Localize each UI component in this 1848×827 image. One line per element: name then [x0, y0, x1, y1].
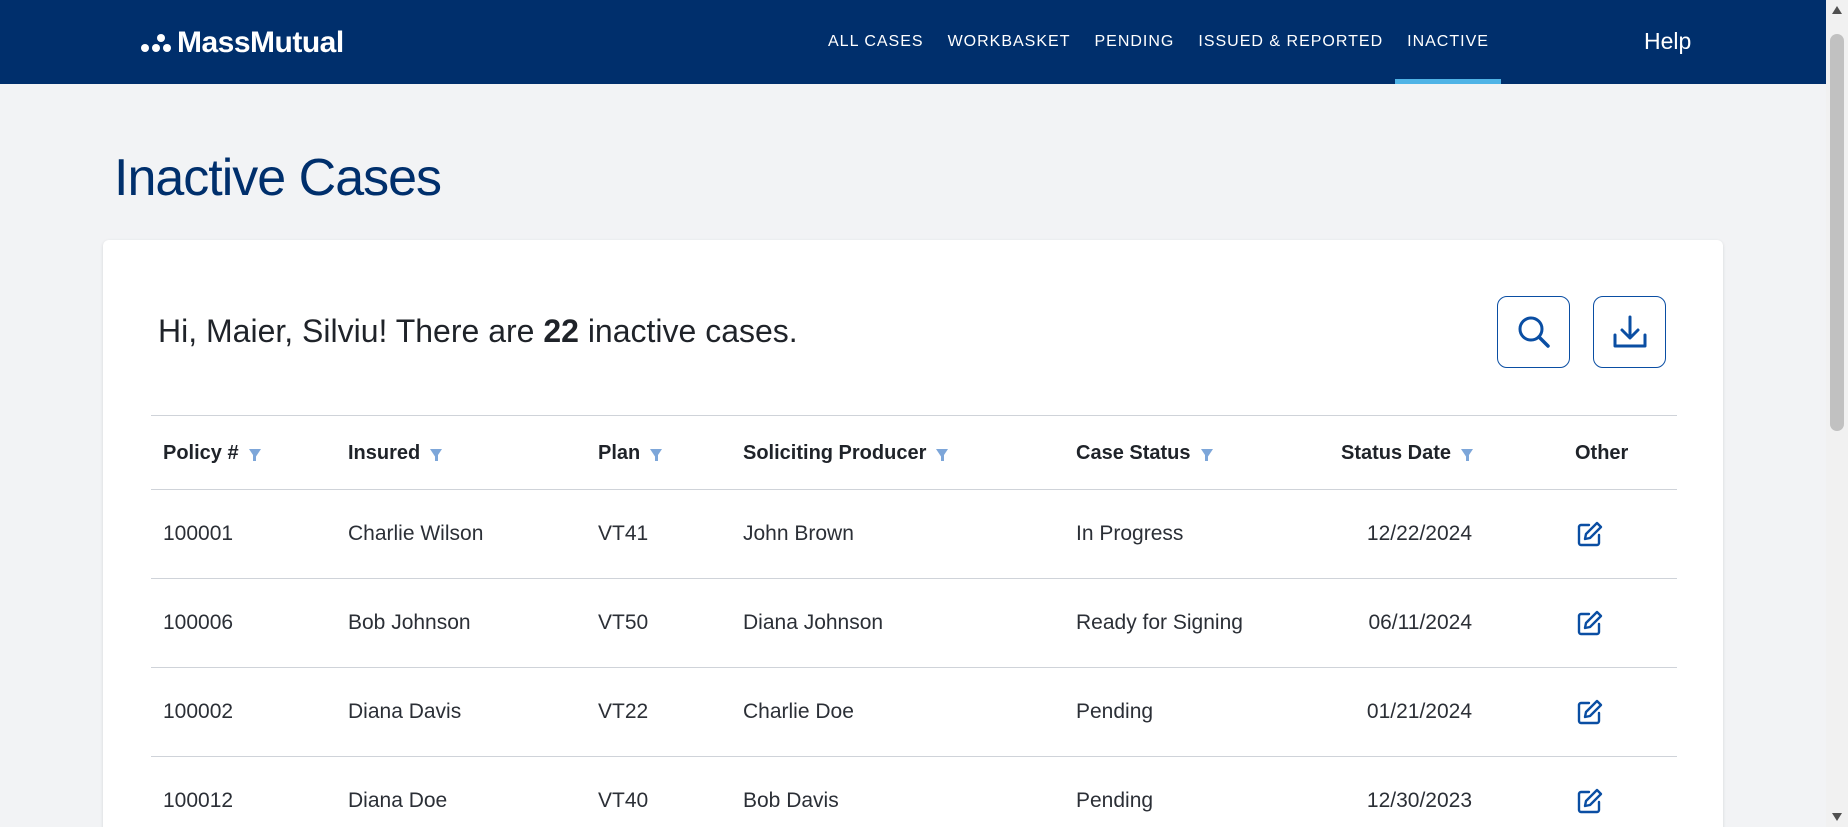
column-header-label: Status Date	[1341, 442, 1452, 464]
column-header-label: Case Status	[1076, 442, 1191, 464]
top-navigation-bar: MassMutual ALL CASES WORKBASKET PENDING …	[0, 0, 1826, 84]
massmutual-logo[interactable]: MassMutual	[141, 26, 344, 60]
table-row[interactable]: 100012 Diana Doe VT40 Bob Davis Pending …	[151, 757, 1677, 827]
column-header-label: Plan	[598, 442, 641, 464]
case-status: Ready for Signing	[1076, 611, 1243, 634]
cases-table: Policy # Insured Plan Soliciting Produce…	[151, 415, 1677, 827]
edit-icon[interactable]	[1576, 698, 1604, 726]
nav-tab-issued-reported[interactable]: ISSUED & REPORTED	[1186, 0, 1395, 84]
column-header-label: Insured	[348, 442, 421, 464]
status-date: 01/21/2024	[1366, 700, 1472, 723]
nav-tab-workbasket[interactable]: WORKBASKET	[936, 0, 1083, 84]
status-date: 12/30/2023	[1366, 789, 1472, 812]
vertical-scrollbar[interactable]	[1826, 0, 1848, 827]
plan-code: VT50	[598, 611, 649, 634]
filter-icon[interactable]	[430, 449, 443, 461]
insured-name: Diana Doe	[348, 789, 448, 812]
edit-icon[interactable]	[1576, 520, 1604, 548]
producer-name: Charlie Doe	[743, 700, 854, 723]
cases-card: Hi, Maier, Silviu! There are 22 inactive…	[103, 240, 1723, 827]
logo-dots-icon	[141, 32, 173, 54]
table-row[interactable]: 100001 Charlie Wilson VT41 John Brown In…	[151, 490, 1677, 579]
case-status: In Progress	[1076, 522, 1184, 545]
column-header-plan[interactable]: Plan	[598, 416, 663, 491]
column-header-producer[interactable]: Soliciting Producer	[743, 416, 949, 491]
insured-name: Charlie Wilson	[348, 522, 484, 545]
download-button[interactable]	[1593, 296, 1666, 368]
summary-prefix: Hi, Maier, Silviu! There are	[158, 313, 535, 349]
column-header-insured[interactable]: Insured	[348, 416, 443, 491]
page-title: Inactive Cases	[114, 149, 442, 207]
main-nav: ALL CASES WORKBASKET PENDING ISSUED & RE…	[816, 0, 1501, 84]
summary-suffix: inactive cases.	[587, 313, 798, 349]
producer-name: Diana Johnson	[743, 611, 884, 634]
edit-icon[interactable]	[1576, 609, 1604, 637]
edit-icon[interactable]	[1576, 787, 1604, 815]
policy-number[interactable]: 100012	[163, 757, 233, 827]
column-header-label: Soliciting Producer	[743, 442, 927, 464]
insured-name: Diana Davis	[348, 700, 462, 723]
column-header-status-date[interactable]: Status Date	[1341, 416, 1474, 491]
column-header-policy[interactable]: Policy #	[163, 416, 261, 491]
plan-code: VT22	[598, 700, 649, 723]
brand-name: MassMutual	[177, 26, 344, 59]
help-link[interactable]: Help	[1644, 28, 1691, 55]
nav-tab-all-cases[interactable]: ALL CASES	[816, 0, 936, 84]
filter-icon[interactable]	[248, 449, 261, 461]
table-header-row: Policy # Insured Plan Soliciting Produce…	[151, 415, 1677, 490]
cases-summary: Hi, Maier, Silviu! There are 22 inactive…	[158, 313, 798, 350]
nav-tab-pending[interactable]: PENDING	[1082, 0, 1186, 84]
plan-code: VT40	[598, 789, 649, 812]
producer-name: John Brown	[743, 522, 854, 545]
table-row[interactable]: 100006 Bob Johnson VT50 Diana Johnson Re…	[151, 579, 1677, 668]
column-header-other: Other	[1575, 416, 1628, 491]
scrollbar-thumb[interactable]	[1830, 34, 1844, 431]
policy-number[interactable]: 100001	[163, 490, 233, 578]
status-date: 12/22/2024	[1366, 522, 1472, 545]
filter-icon[interactable]	[1461, 449, 1474, 461]
scroll-down-arrow-icon[interactable]	[1832, 813, 1842, 821]
inactive-case-count: 22	[543, 313, 579, 349]
download-icon	[1613, 315, 1646, 348]
insured-name: Bob Johnson	[348, 611, 471, 634]
status-date: 06/11/2024	[1368, 611, 1472, 634]
producer-name: Bob Davis	[743, 789, 839, 812]
search-icon	[1518, 316, 1550, 348]
case-status: Pending	[1076, 700, 1154, 723]
case-status: Pending	[1076, 789, 1154, 812]
column-header-label: Other	[1575, 442, 1629, 464]
filter-icon[interactable]	[650, 449, 663, 461]
filter-icon[interactable]	[1200, 449, 1213, 461]
search-button[interactable]	[1497, 296, 1570, 368]
table-row[interactable]: 100002 Diana Davis VT22 Charlie Doe Pend…	[151, 668, 1677, 757]
column-header-label: Policy #	[163, 442, 239, 464]
policy-number[interactable]: 100006	[163, 579, 233, 667]
plan-code: VT41	[598, 522, 649, 545]
policy-number[interactable]: 100002	[163, 668, 233, 756]
scroll-up-arrow-icon[interactable]	[1832, 6, 1842, 14]
filter-icon[interactable]	[936, 449, 949, 461]
column-header-case-status[interactable]: Case Status	[1076, 416, 1213, 491]
nav-tab-inactive[interactable]: INACTIVE	[1395, 0, 1501, 84]
